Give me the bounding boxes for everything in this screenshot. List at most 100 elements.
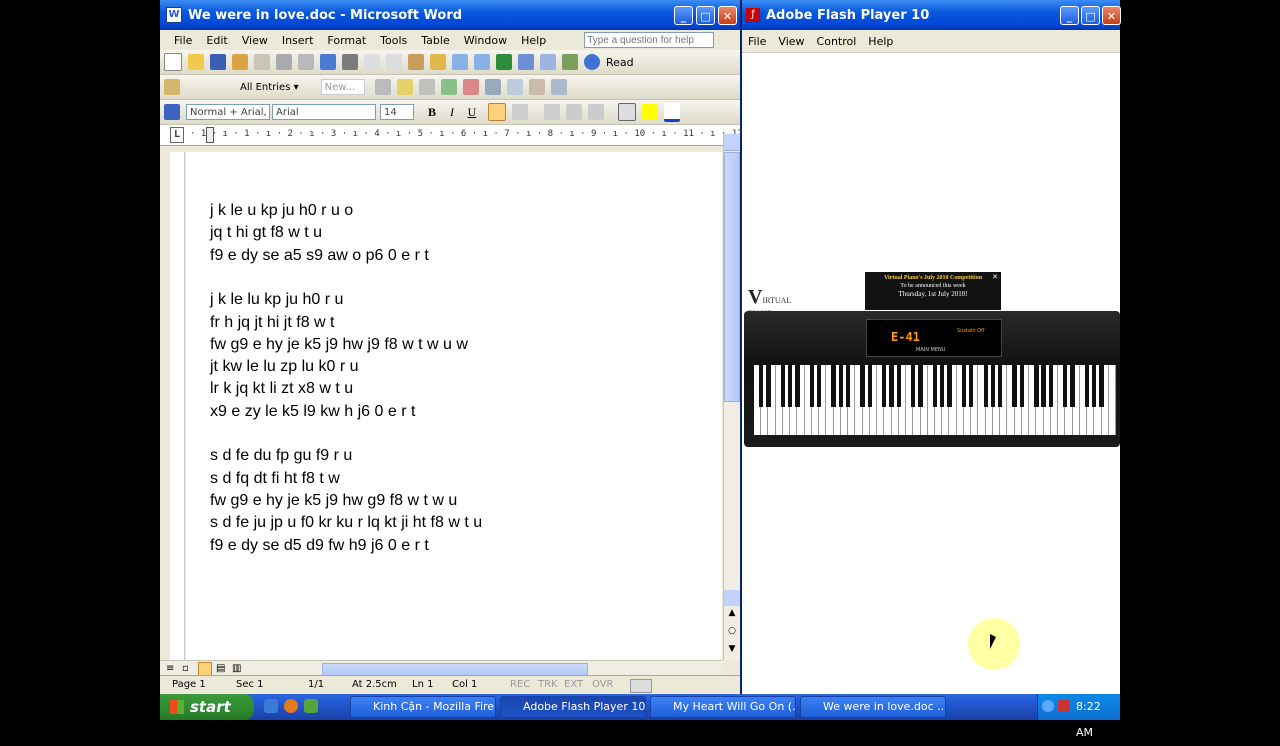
font-size-select[interactable]: 14	[380, 104, 414, 120]
new-entry-button[interactable]: New...	[320, 79, 365, 95]
menu-file[interactable]: File	[174, 34, 192, 47]
scroll-up-icon[interactable]	[724, 134, 740, 151]
black-key[interactable]	[969, 365, 974, 407]
black-key[interactable]	[780, 365, 786, 407]
redo-icon[interactable]	[474, 54, 490, 70]
black-key[interactable]	[911, 365, 916, 407]
black-key[interactable]	[961, 365, 967, 407]
start-button[interactable]: start	[160, 694, 254, 720]
doc-line[interactable]: jt kw le lu zp lu k0 r u	[210, 358, 359, 376]
hyperlink-icon[interactable]	[496, 54, 512, 70]
spelling-status-icon[interactable]	[630, 679, 652, 693]
tray-expand-icon[interactable]	[1042, 700, 1054, 712]
vertical-scrollbar[interactable]: ▲ ○ ▼	[723, 134, 740, 660]
black-key[interactable]	[1099, 365, 1104, 407]
black-key[interactable]	[788, 365, 793, 407]
next-page-icon[interactable]: ▼	[724, 644, 740, 660]
maximize-icon[interactable]: □	[696, 6, 715, 25]
undo-icon[interactable]	[452, 54, 468, 70]
flash-menu-control[interactable]: Control	[817, 35, 857, 48]
flash-maximize-icon[interactable]: □	[1081, 6, 1100, 25]
menu-view[interactable]: View	[242, 34, 268, 47]
all-entries-dropdown[interactable]: All Entries ▾	[240, 82, 299, 93]
select-browse-object-icon[interactable]: ○	[724, 626, 740, 642]
styles-pane-icon[interactable]	[164, 104, 180, 120]
table-icon[interactable]	[518, 54, 534, 70]
main-menu-button[interactable]: MAIN MENU	[916, 347, 945, 353]
black-key[interactable]	[831, 365, 836, 407]
scroll-thumb[interactable]	[724, 152, 740, 402]
menu-insert[interactable]: Insert	[282, 34, 314, 47]
menu-help[interactable]: Help	[521, 34, 546, 47]
black-key[interactable]	[860, 365, 865, 407]
quicklaunch-icon[interactable]	[264, 699, 278, 713]
font-color-icon[interactable]	[664, 102, 680, 122]
permission-icon[interactable]	[232, 54, 248, 70]
doc-line[interactable]: lr k jq kt li zt x8 w t u	[210, 380, 353, 398]
insert-rows-icon[interactable]	[506, 79, 523, 95]
flash-menu-help[interactable]: Help	[868, 35, 893, 48]
status-ext[interactable]: EXT	[564, 679, 583, 690]
black-key[interactable]	[1041, 365, 1046, 407]
task-flash-player[interactable]: Adobe Flash Player 10	[500, 696, 646, 718]
track-changes-icon[interactable]	[418, 79, 435, 95]
menu-window[interactable]: Window	[464, 34, 507, 47]
black-key[interactable]	[766, 365, 771, 407]
print-preview-icon[interactable]	[298, 54, 314, 70]
format-painter-icon[interactable]	[430, 54, 446, 70]
document-page[interactable]: j k le u kp ju h0 r u o jq t hi gt f8 w t…	[186, 152, 722, 660]
indent-marker[interactable]	[206, 127, 214, 143]
scroll-down-icon[interactable]	[724, 590, 740, 606]
bold-button[interactable]: B	[424, 105, 440, 120]
doc-line[interactable]: s d fe du fp gu f9 r u	[210, 447, 352, 465]
close-icon[interactable]: ✕	[718, 6, 737, 25]
flash-menu-view[interactable]: View	[778, 35, 804, 48]
bullets-icon[interactable]	[566, 104, 582, 120]
menu-tools[interactable]: Tools	[380, 34, 407, 47]
black-key[interactable]	[983, 365, 988, 407]
menu-table[interactable]: Table	[421, 34, 449, 47]
banner-close-icon[interactable]: ✕	[992, 273, 998, 281]
autotext-icon[interactable]	[164, 79, 180, 95]
status-rec[interactable]: REC	[510, 679, 530, 690]
black-key[interactable]	[816, 365, 822, 407]
align-left-icon[interactable]	[488, 103, 506, 121]
clock[interactable]: 8:22 AM	[1076, 694, 1120, 746]
reading-view-icon[interactable]: ▥	[232, 663, 241, 674]
black-key[interactable]	[845, 365, 851, 407]
font-select[interactable]: Arial	[272, 104, 376, 120]
doc-line[interactable]: j k le u kp ju h0 r u o	[210, 202, 353, 220]
doc-line[interactable]: fw g9 e hy je k5 j9 hw g9 f8 w t w u	[210, 492, 457, 510]
flash-close-icon[interactable]: ✕	[1102, 6, 1121, 25]
help-icon[interactable]	[584, 54, 600, 70]
italic-button[interactable]: I	[444, 105, 460, 120]
print-icon[interactable]	[276, 54, 292, 70]
highlight-icon[interactable]	[642, 104, 658, 120]
black-key[interactable]	[838, 365, 844, 407]
black-key[interactable]	[1070, 365, 1075, 407]
style-select[interactable]: Normal + Arial,	[186, 104, 270, 120]
normal-view-icon[interactable]: ≡	[166, 663, 174, 674]
black-key[interactable]	[882, 365, 887, 407]
black-key[interactable]	[997, 365, 1003, 407]
black-key[interactable]	[795, 365, 800, 407]
black-key[interactable]	[1084, 365, 1090, 407]
email-icon[interactable]	[254, 54, 270, 70]
spelling-icon[interactable]	[320, 54, 336, 70]
white-key[interactable]	[1108, 365, 1116, 435]
task-word-doc[interactable]: We were in love.doc ...	[800, 696, 946, 718]
new-doc-icon[interactable]	[164, 53, 182, 71]
doc-line[interactable]: s d fe ju jp u f0 kr ku r lq kt ji ht f8…	[210, 514, 482, 532]
media-quicklaunch-icon[interactable]	[304, 699, 318, 713]
black-key[interactable]	[1092, 365, 1097, 407]
read-button[interactable]: Read	[606, 56, 634, 69]
black-key[interactable]	[918, 365, 923, 407]
columns-icon[interactable]	[540, 54, 556, 70]
save-icon[interactable]	[210, 54, 226, 70]
black-key[interactable]	[947, 365, 952, 407]
black-key[interactable]	[759, 365, 764, 407]
status-ovr[interactable]: OVR	[592, 679, 613, 690]
black-key[interactable]	[809, 365, 815, 407]
flash-titlebar[interactable]: ƒ Adobe Flash Player 10 _ □ ✕	[742, 0, 1121, 30]
task-firefox[interactable]: Kinh Cận - Mozilla Fire...	[350, 696, 496, 718]
